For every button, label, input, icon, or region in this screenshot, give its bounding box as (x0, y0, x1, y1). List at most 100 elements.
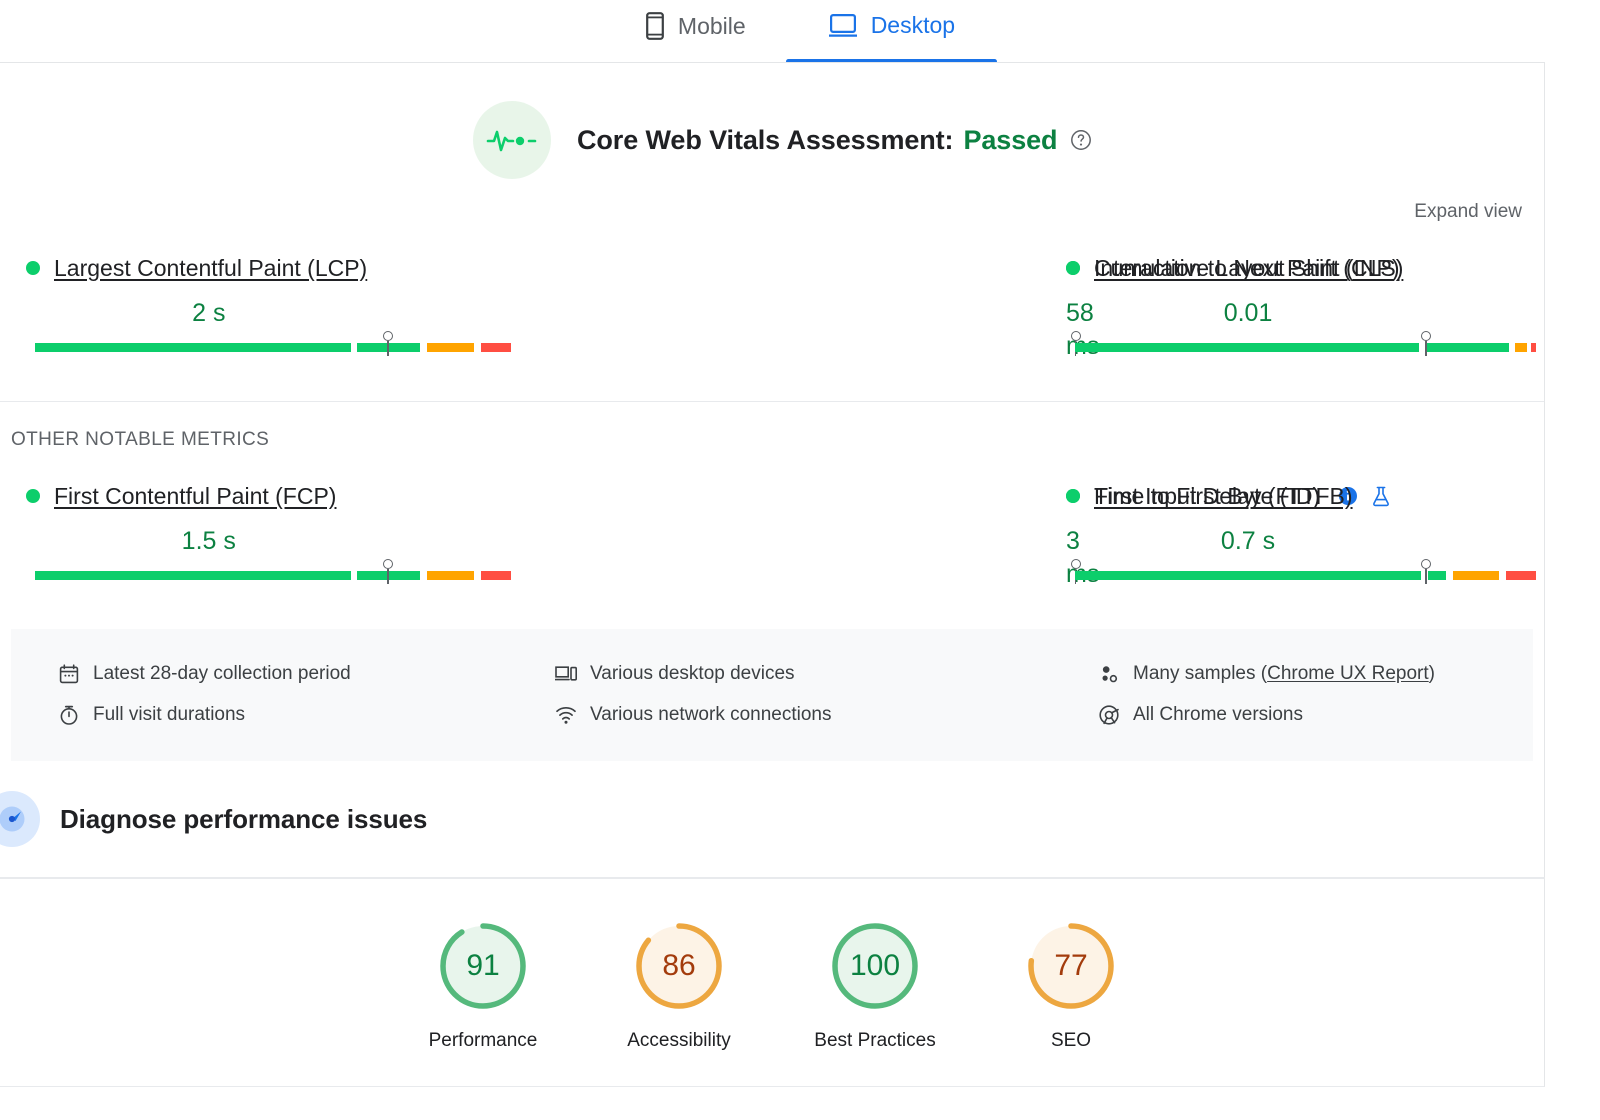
score-gauge[interactable]: 100 Best Practices (810, 921, 940, 1052)
status-dot (26, 261, 40, 275)
bar-segment-orange (426, 343, 475, 352)
meta-item-text: Latest 28-day collection period (93, 662, 351, 684)
score-gauge-row: 91 Performance 86 Accessibility 100 Best… (0, 921, 1544, 1052)
help-circle-icon[interactable] (1070, 129, 1092, 151)
metric-distribution-bar (1066, 331, 1545, 365)
desktop-icon (828, 13, 858, 39)
gauge-ring: 77 (1026, 921, 1116, 1011)
marker-stem (1425, 569, 1427, 584)
metric-card: Time to First Byte (TTFB) 0.7 s (1040, 481, 1545, 593)
bar-segment-green (1075, 343, 1420, 352)
meta-item: Full visit durations (58, 694, 541, 735)
gauge-score-value: 77 (1054, 949, 1088, 982)
gauge-icon (0, 791, 40, 847)
assessment-status: Passed (963, 124, 1058, 155)
tab-desktop[interactable]: Desktop (785, 12, 998, 64)
marker-head (1070, 331, 1081, 341)
bar-segment-gap (1499, 571, 1506, 580)
metric-header: Cumulative Layout Shift (CLS) (1066, 253, 1545, 283)
metric-marker (381, 559, 394, 584)
other-metrics-heading: OTHER NOTABLE METRICS (11, 429, 270, 450)
metric-marker (1419, 559, 1432, 584)
core-web-vitals-card: Core Web Vitals Assessment: Passed Expan… (0, 62, 1545, 878)
status-dot (26, 489, 40, 503)
bar-segment-green (1075, 571, 1421, 580)
meta-item: All Chrome versions (1098, 694, 1533, 735)
status-dot (1066, 489, 1080, 503)
meta-item-text: Various network connections (590, 703, 832, 725)
marker-head (1420, 559, 1431, 569)
metric-card: Cumulative Layout Shift (CLS) 0.01 (1040, 253, 1545, 365)
metric-name-link[interactable]: First Contentful Paint (FCP) (54, 483, 336, 510)
metric-value: 0.01 (1223, 299, 1273, 327)
gauge-score-value: 91 (466, 949, 500, 982)
bar-segment-red (1506, 571, 1536, 580)
bar-segment-green (35, 571, 351, 580)
status-dot (1066, 261, 1080, 275)
marker-head (1420, 331, 1431, 341)
gauge-label: Accessibility (627, 1030, 731, 1051)
assessment-title: Core Web Vitals Assessment: Passed (577, 125, 1092, 156)
metric-distribution-bar (1066, 559, 1545, 593)
bar-segment-green (35, 343, 351, 352)
score-gauge[interactable]: 91 Performance (418, 921, 548, 1052)
lighthouse-scores-card: 91 Performance 86 Accessibility 100 Best… (0, 878, 1545, 1087)
bar-segment-red (480, 343, 512, 352)
mobile-icon (645, 12, 665, 40)
diagnose-title: Diagnose performance issues (60, 803, 428, 834)
marker-stem (386, 341, 389, 356)
metric-card: First Input Delay (FID) 3 ms (520, 481, 1358, 593)
bar-track (35, 571, 512, 580)
metric-name-link[interactable]: Cumulative Layout Shift (CLS) (1094, 255, 1403, 282)
chrome-icon (1098, 704, 1120, 725)
bar-segment-red (480, 571, 512, 580)
metric-body: 0.01 (1066, 283, 1545, 365)
calendar-icon (58, 663, 80, 684)
bar-segment-orange (1453, 571, 1500, 580)
other-metrics-grid: First Contentful Paint (FCP) 1.5 s First… (0, 451, 1544, 593)
flask-icon[interactable] (1371, 485, 1391, 507)
device-tab-bar: Mobile Desktop (0, 0, 1600, 64)
gauge-score-value: 100 (849, 949, 901, 982)
meta-item: Latest 28-day collection period (58, 653, 541, 694)
gauge-ring: 100 (830, 921, 920, 1011)
stopwatch-icon (58, 705, 80, 725)
metric-header: First Contentful Paint (FCP) (26, 481, 520, 511)
samples-icon (1098, 664, 1120, 684)
metric-marker (381, 331, 394, 356)
meta-item-text: Full visit durations (93, 703, 246, 725)
metric-card: Largest Contentful Paint (LCP) 2 s (0, 253, 520, 365)
metric-body: 1.5 s (26, 511, 520, 593)
metric-value: 1.5 s (181, 527, 236, 555)
expand-view-row: Expand view (0, 179, 1544, 223)
expand-view-link[interactable]: Expand view (1414, 201, 1522, 223)
tab-desktop-label: Desktop (870, 12, 956, 38)
gauge-label: SEO (1050, 1030, 1092, 1051)
collection-meta-panel: Latest 28-day collection period Full vis… (11, 629, 1533, 761)
meta-item: Various desktop devices (555, 653, 1046, 694)
bar-segment-red (1531, 343, 1537, 352)
tab-mobile[interactable]: Mobile (639, 12, 752, 54)
metric-distribution-bar (26, 559, 520, 593)
metric-header: Time to First Byte (TTFB) (1066, 481, 1545, 511)
meta-column-3: Many samples (Chrome UX Report) All Chro… (1046, 653, 1533, 735)
devices-icon (555, 665, 577, 683)
gauge-ring: 86 (634, 921, 724, 1011)
metric-name-link[interactable]: Largest Contentful Paint (LCP) (54, 255, 367, 282)
marker-head (1070, 559, 1081, 569)
meta-item-text: Various desktop devices (590, 662, 795, 684)
gauge-ring: 91 (438, 921, 528, 1011)
bar-track (1075, 571, 1536, 580)
score-gauge[interactable]: 77 SEO (1006, 921, 1136, 1052)
metric-card: First Contentful Paint (FCP) 1.5 s (0, 481, 520, 593)
meta-item-text: Many samples (Chrome UX Report) (1133, 662, 1435, 684)
meta-item: Many samples (Chrome UX Report) (1098, 653, 1533, 694)
assessment-header: Core Web Vitals Assessment: Passed (0, 63, 1544, 179)
metric-name-link[interactable]: Time to First Byte (TTFB) (1094, 483, 1353, 510)
score-gauge[interactable]: 86 Accessibility (614, 921, 744, 1052)
network-icon (555, 706, 577, 724)
bar-segment-orange (426, 571, 475, 580)
metric-value: 2 s (192, 299, 226, 327)
chrome-ux-report-link[interactable]: Chrome UX Report (1267, 663, 1429, 684)
assessment-title-text: Core Web Vitals Assessment: (577, 124, 954, 155)
